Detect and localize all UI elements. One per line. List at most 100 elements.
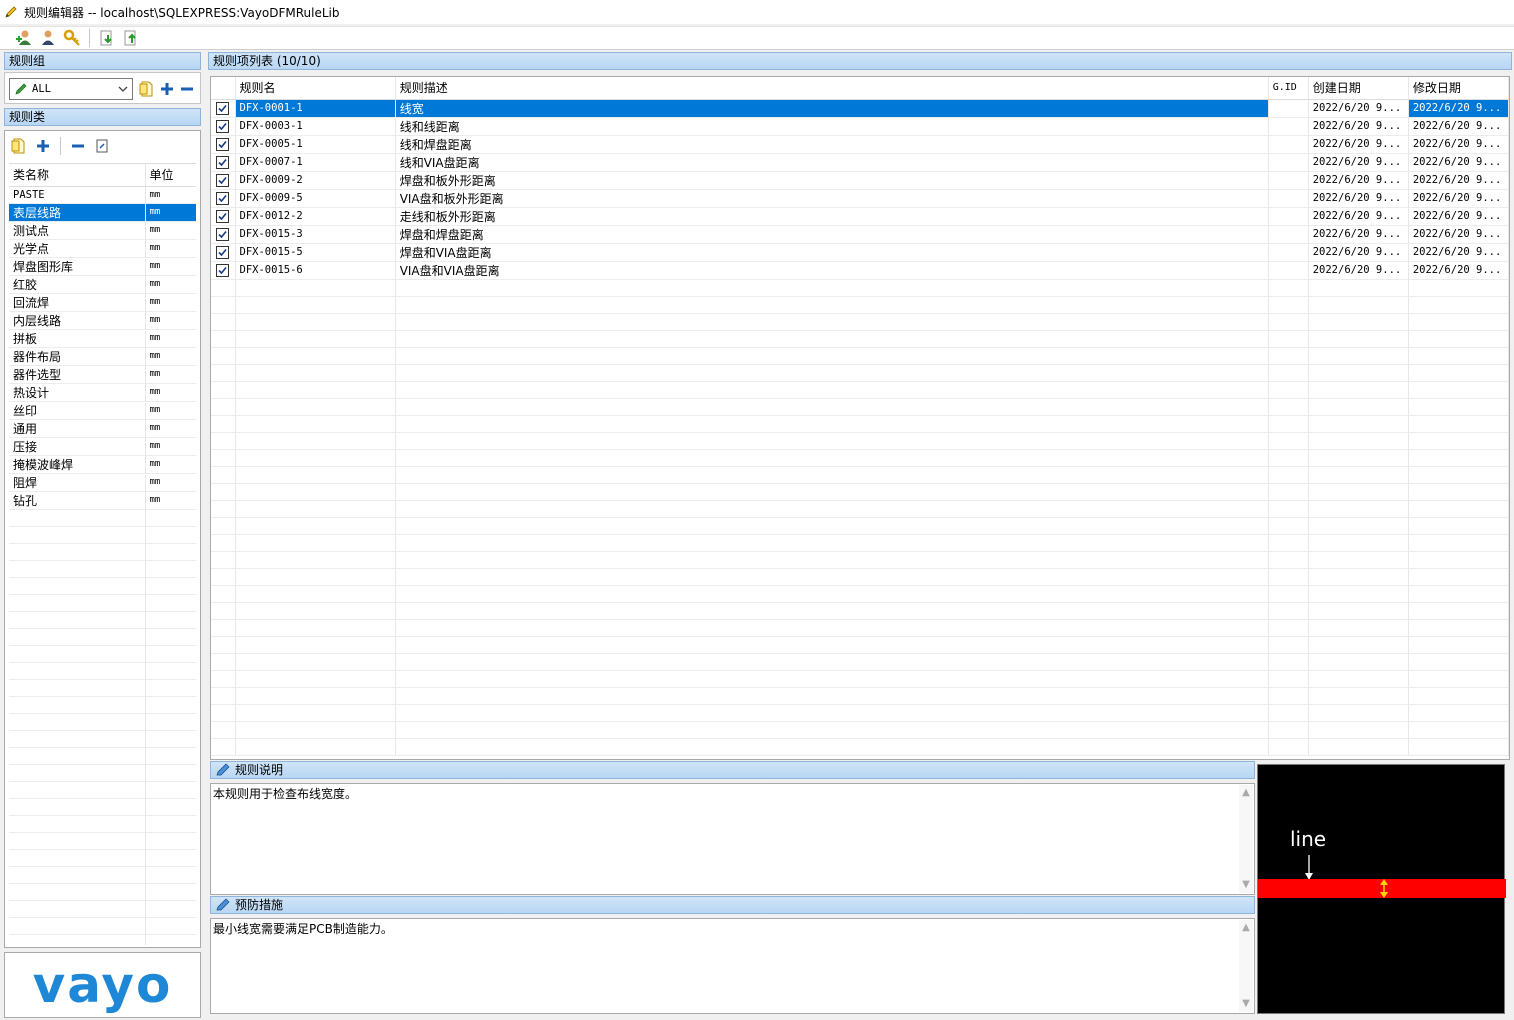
class-row[interactable] xyxy=(9,611,196,629)
import-button[interactable] xyxy=(97,28,117,48)
class-row[interactable] xyxy=(9,509,196,527)
rule-row[interactable] xyxy=(211,364,1509,382)
class-row[interactable] xyxy=(9,543,196,561)
class-row[interactable] xyxy=(9,832,196,850)
rule-row[interactable] xyxy=(211,721,1509,739)
prevention-scrollbar[interactable]: ▲ ▼ xyxy=(1239,920,1253,1012)
rule-row[interactable] xyxy=(211,585,1509,603)
class-row[interactable] xyxy=(9,747,196,765)
rule-row[interactable]: DFX-0015-5 焊盘和VIA盘距离 2022/6/20 9... 2022/6/… xyxy=(211,243,1509,262)
rule-row[interactable]: DFX-0012-2 走线和板外形距离 2022/6/20 9... 2022/6/2… xyxy=(211,207,1509,226)
class-row[interactable] xyxy=(9,934,196,945)
rule-row[interactable] xyxy=(211,381,1509,399)
rule-checkbox[interactable] xyxy=(216,101,229,115)
rule-checkbox[interactable] xyxy=(216,227,229,241)
description-textarea[interactable]: 本规则用于检查布线宽度。 ▲ ▼ xyxy=(210,783,1255,895)
rule-row[interactable]: DFX-0007-1 线和VIA盘距离 2022/6/20 9... 2022/6/2… xyxy=(211,153,1509,172)
class-row[interactable] xyxy=(9,883,196,901)
class-row[interactable] xyxy=(9,628,196,646)
class-row[interactable] xyxy=(9,815,196,833)
remove-group-button[interactable] xyxy=(177,79,197,99)
remove-class-button[interactable] xyxy=(68,136,88,156)
class-row[interactable] xyxy=(9,594,196,612)
add-class-button[interactable] xyxy=(33,136,53,156)
scroll-down-icon[interactable]: ▼ xyxy=(1242,996,1250,1012)
rule-row[interactable] xyxy=(211,551,1509,569)
class-row[interactable]: 通用 mm xyxy=(9,419,196,438)
rule-row[interactable] xyxy=(211,296,1509,314)
rule-checkbox[interactable] xyxy=(216,155,229,169)
rule-row[interactable] xyxy=(211,483,1509,501)
class-row[interactable] xyxy=(9,764,196,782)
class-row[interactable] xyxy=(9,900,196,918)
class-row[interactable] xyxy=(9,696,196,714)
rule-row[interactable] xyxy=(211,619,1509,637)
rule-row[interactable] xyxy=(211,415,1509,433)
column-header-gid[interactable]: G.ID xyxy=(1268,77,1309,100)
rule-row[interactable] xyxy=(211,517,1509,535)
rule-row[interactable] xyxy=(211,330,1509,348)
rule-checkbox[interactable] xyxy=(216,173,229,187)
class-row[interactable] xyxy=(9,645,196,663)
class-row[interactable] xyxy=(9,730,196,748)
prevention-textarea[interactable]: 最小线宽需要满足PCB制造能力。 ▲ ▼ xyxy=(210,918,1255,1014)
rule-row[interactable] xyxy=(211,534,1509,552)
class-row[interactable]: 器件布局 mm xyxy=(9,347,196,366)
class-row[interactable] xyxy=(9,866,196,884)
rule-row[interactable] xyxy=(211,738,1509,756)
new-group-button[interactable] xyxy=(137,79,157,99)
column-header-rule-desc[interactable]: 规则描述 xyxy=(395,77,1269,100)
rule-checkbox[interactable] xyxy=(216,263,229,277)
class-row[interactable]: 光学点 mm xyxy=(9,239,196,258)
rule-row[interactable]: DFX-0003-1 线和线距离 2022/6/20 9... 2022/6/20 9… xyxy=(211,117,1509,136)
rule-row[interactable]: DFX-0009-2 焊盘和板外形距离 2022/6/20 9... 2022/6/2… xyxy=(211,171,1509,190)
user-button[interactable] xyxy=(38,28,58,48)
rule-row[interactable]: DFX-0005-1 线和焊盘距离 2022/6/20 9... 2022/6/20 … xyxy=(211,135,1509,154)
rule-checkbox[interactable] xyxy=(216,119,229,133)
rule-row[interactable] xyxy=(211,279,1509,297)
rule-row[interactable]: DFX-0001-1 线宽 2022/6/20 9... 2022/6/20 9... xyxy=(211,99,1509,118)
rule-row[interactable] xyxy=(211,313,1509,331)
class-row[interactable]: 内层线路 mm xyxy=(9,311,196,330)
column-header-created[interactable]: 创建日期 xyxy=(1308,77,1409,100)
rule-row[interactable] xyxy=(211,653,1509,671)
class-row[interactable] xyxy=(9,577,196,595)
rule-group-select[interactable]: ALL xyxy=(9,78,133,100)
class-row[interactable] xyxy=(9,917,196,935)
class-row[interactable] xyxy=(9,560,196,578)
class-row[interactable]: 红胶 mm xyxy=(9,275,196,294)
new-class-button[interactable] xyxy=(9,136,29,156)
key-button[interactable] xyxy=(62,28,82,48)
class-row[interactable] xyxy=(9,781,196,799)
class-row[interactable]: 阻焊 mm xyxy=(9,473,196,492)
rule-checkbox[interactable] xyxy=(216,191,229,205)
rule-row[interactable] xyxy=(211,568,1509,586)
rule-row[interactable] xyxy=(211,398,1509,416)
class-row[interactable]: 压接 mm xyxy=(9,437,196,456)
description-scrollbar[interactable]: ▲ ▼ xyxy=(1239,785,1253,893)
class-row[interactable] xyxy=(9,679,196,697)
edit-class-button[interactable] xyxy=(92,136,112,156)
add-user-button[interactable] xyxy=(14,28,34,48)
add-group-button[interactable] xyxy=(157,79,177,99)
class-row[interactable]: 器件选型 mm xyxy=(9,365,196,384)
rule-row[interactable] xyxy=(211,636,1509,654)
rule-row[interactable]: DFX-0009-5 VIA盘和板外形距离 2022/6/20 9... 2022/6… xyxy=(211,189,1509,208)
class-row[interactable]: 丝印 mm xyxy=(9,401,196,420)
class-row[interactable]: 表层线路 mm xyxy=(9,203,196,222)
class-row[interactable]: 热设计 mm xyxy=(9,383,196,402)
rule-row[interactable] xyxy=(211,347,1509,365)
column-header-unit[interactable]: 单位 xyxy=(145,164,196,187)
class-row[interactable]: 拼板 mm xyxy=(9,329,196,348)
class-row[interactable] xyxy=(9,713,196,731)
class-row[interactable]: 测试点 mm xyxy=(9,221,196,240)
rule-row[interactable] xyxy=(211,670,1509,688)
export-button[interactable] xyxy=(121,28,141,48)
class-row[interactable] xyxy=(9,526,196,544)
rule-row[interactable]: DFX-0015-6 VIA盘和VIA盘距离 2022/6/20 9... 2022/… xyxy=(211,261,1509,280)
class-row[interactable]: 钻孔 mm xyxy=(9,491,196,510)
class-row[interactable] xyxy=(9,849,196,867)
column-header-modified[interactable]: 修改日期 xyxy=(1408,77,1509,100)
column-header-class-name[interactable]: 类名称 xyxy=(9,164,146,187)
rule-row[interactable] xyxy=(211,687,1509,705)
